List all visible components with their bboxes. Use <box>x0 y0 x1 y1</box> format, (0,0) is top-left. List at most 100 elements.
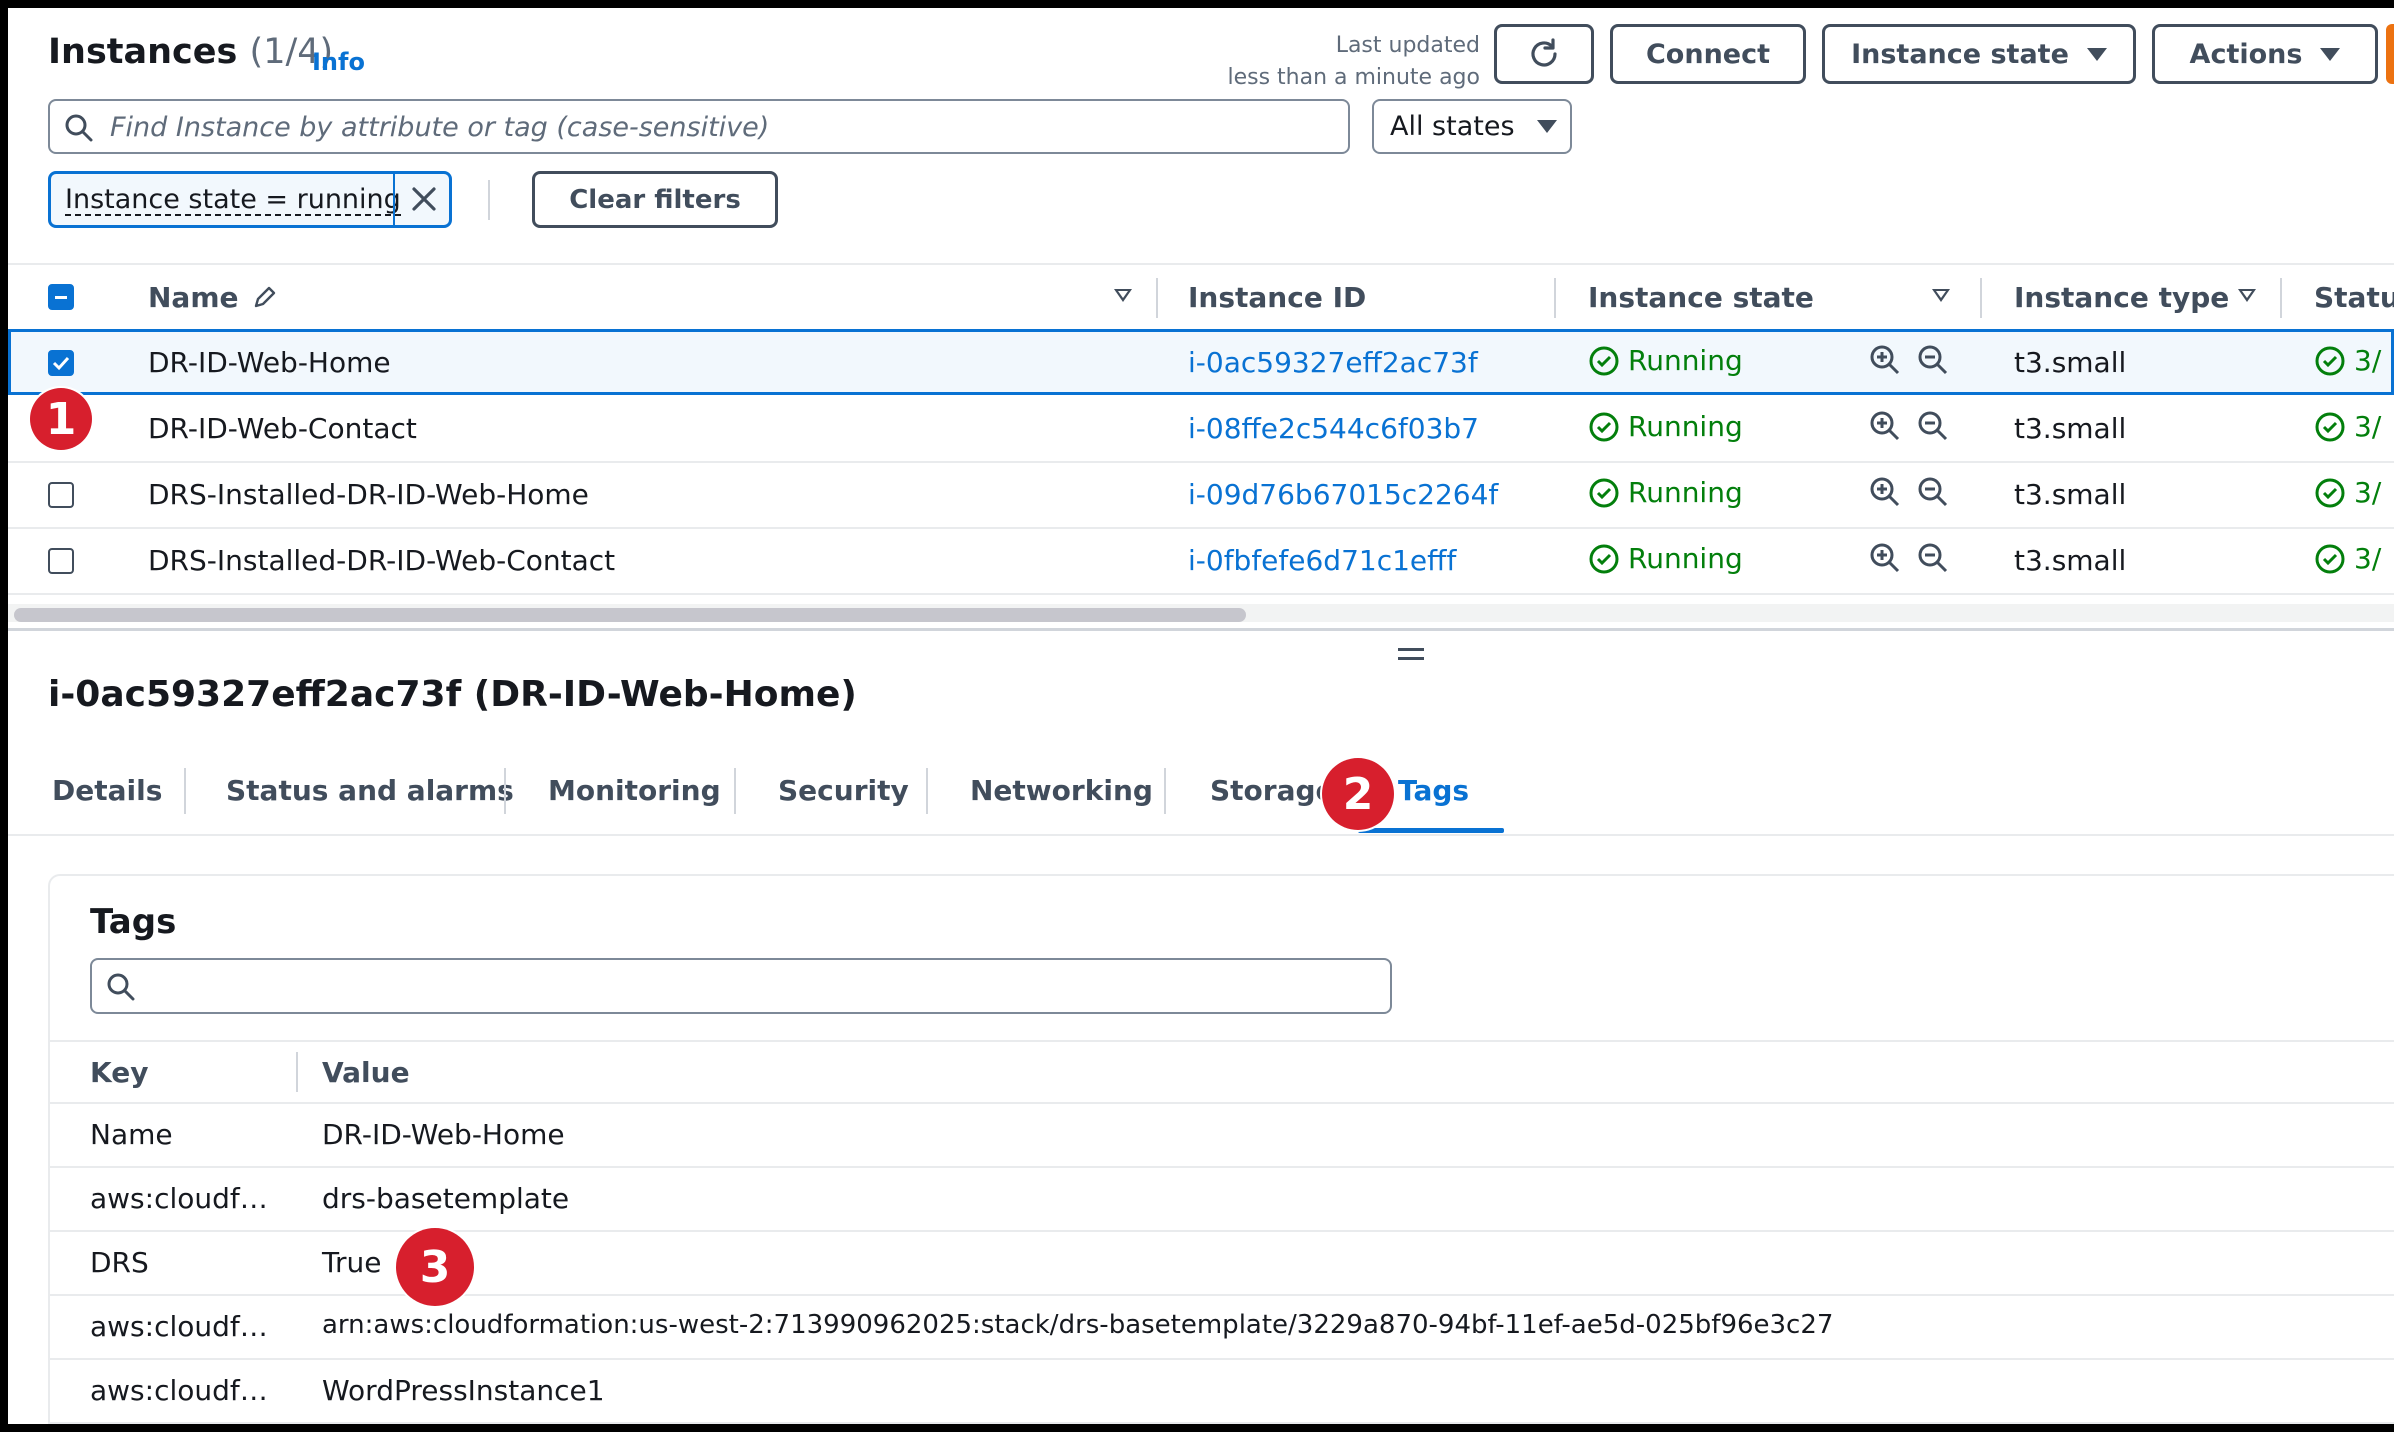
sort-icon[interactable] <box>1932 289 1950 302</box>
tag-value: DR-ID-Web-Home <box>322 1118 565 1151</box>
zoom-in-icon[interactable] <box>1868 475 1902 509</box>
instance-name: DR-ID-Web-Home <box>148 346 391 379</box>
column-header-instance-id[interactable]: Instance ID <box>1188 281 1366 314</box>
search-placeholder: Find Instance by attribute or tag (case-… <box>110 112 770 143</box>
zoom-in-icon[interactable] <box>1868 541 1902 575</box>
detail-panel-title: i-0ac59327eff2ac73f (DR-ID-Web-Home) <box>48 674 857 715</box>
resize-handle-icon[interactable] <box>1398 648 1424 666</box>
clear-filters-label: Clear filters <box>569 184 741 215</box>
instance-state-label: Instance state <box>1851 38 2069 70</box>
column-header-instance-type[interactable]: Instance type <box>2014 281 2229 314</box>
row-checkbox[interactable] <box>48 350 74 376</box>
tag-key: aws:cloudf… <box>90 1182 268 1215</box>
tab-divider <box>734 768 736 814</box>
tab-security[interactable]: Security <box>778 774 909 807</box>
refresh-button[interactable] <box>1494 24 1594 84</box>
annotation-badge-2: 2 <box>1322 758 1394 830</box>
tab-details[interactable]: Details <box>52 774 162 807</box>
row-checkbox[interactable] <box>48 548 74 574</box>
instance-state-label: Running <box>1628 476 1743 509</box>
column-divider[interactable] <box>1980 278 1982 318</box>
zoom-in-icon[interactable] <box>1868 409 1902 443</box>
filter-token-divider <box>393 174 395 225</box>
column-header-name[interactable]: Name <box>148 281 278 314</box>
row-checkbox[interactable] <box>48 482 74 508</box>
instance-name: DRS-Installed-DR-ID-Web-Home <box>148 478 589 511</box>
info-link[interactable]: Info <box>312 48 365 76</box>
tab-monitoring[interactable]: Monitoring <box>548 774 721 807</box>
instances-table-header: Name Instance ID Instance state Instance… <box>8 263 2394 333</box>
connect-label: Connect <box>1645 38 1771 70</box>
sort-icon[interactable] <box>2238 289 2256 302</box>
caret-down-icon <box>2086 47 2107 61</box>
status-check: 3/ <box>2314 410 2381 443</box>
instance-state-running: Running <box>1588 344 1743 377</box>
instance-state-button[interactable]: Instance state <box>1822 24 2136 84</box>
tab-storage[interactable]: Storage <box>1210 774 1335 807</box>
instance-search-input[interactable]: Find Instance by attribute or tag (case-… <box>48 99 1350 154</box>
zoom-out-icon[interactable] <box>1916 475 1950 509</box>
tab-divider <box>926 768 928 814</box>
column-name-label: Name <box>148 281 239 314</box>
tag-row: aws:cloudf… arn:aws:cloudformation:us-we… <box>50 1294 2394 1360</box>
check-circle-icon <box>2315 478 2345 507</box>
connect-button[interactable]: Connect <box>1610 24 1806 84</box>
launch-instances-button-edge[interactable] <box>2386 24 2394 84</box>
instance-state-running: Running <box>1588 542 1743 575</box>
zoom-in-icon[interactable] <box>1868 343 1902 377</box>
status-check-label: 3/ <box>2354 542 2382 575</box>
instance-id-link[interactable]: i-0ac59327eff2ac73f <box>1188 346 1478 379</box>
column-header-value[interactable]: Value <box>322 1056 410 1089</box>
refresh-icon <box>1531 38 1557 67</box>
instance-type: t3.small <box>2014 544 2127 577</box>
table-row[interactable]: DRS-Installed-DR-ID-Web-Contact i-0fbfef… <box>8 527 2394 595</box>
column-header-key[interactable]: Key <box>90 1056 148 1089</box>
instance-state-running: Running <box>1588 410 1743 443</box>
column-divider[interactable] <box>1554 278 1556 318</box>
column-divider[interactable] <box>2280 278 2282 318</box>
caret-down-icon <box>2320 47 2341 61</box>
last-updated: Last updated less than a minute ago <box>1168 30 1480 94</box>
actions-button[interactable]: Actions <box>2152 24 2378 84</box>
column-header-instance-state[interactable]: Instance state <box>1588 281 1814 314</box>
tag-key: aws:cloudf… <box>90 1374 268 1407</box>
select-all-checkbox[interactable] <box>48 284 74 310</box>
check-circle-icon <box>1589 544 1619 573</box>
instance-id-link[interactable]: i-08ffe2c544c6f03b7 <box>1188 412 1479 445</box>
instance-state-label: Running <box>1628 410 1743 443</box>
zoom-out-icon[interactable] <box>1916 541 1950 575</box>
tag-row: aws:cloudf… WordPressInstance1 <box>50 1358 2394 1424</box>
page-title-text: Instances <box>48 32 238 72</box>
column-divider[interactable] <box>296 1052 298 1092</box>
table-row[interactable]: DR-ID-Web-Contact i-08ffe2c544c6f03b7 Ru… <box>8 395 2394 463</box>
tab-divider <box>1164 768 1166 814</box>
column-header-status[interactable]: Statu <box>2314 281 2394 314</box>
remove-filter-button[interactable] <box>409 184 439 218</box>
tab-status-and-alarms[interactable]: Status and alarms <box>226 774 514 807</box>
status-check-label: 3/ <box>2354 410 2382 443</box>
zoom-out-icon[interactable] <box>1916 409 1950 443</box>
state-filter-select[interactable]: All states <box>1372 99 1572 154</box>
split-panel-divider[interactable] <box>8 628 2394 631</box>
tab-networking[interactable]: Networking <box>970 774 1153 807</box>
table-row[interactable]: DR-ID-Web-Home i-0ac59327eff2ac73f Runni… <box>8 329 2394 395</box>
instance-id-link[interactable]: i-0fbfefe6d71c1efff <box>1188 544 1456 577</box>
clear-filters-button[interactable]: Clear filters <box>532 171 778 228</box>
status-check: 3/ <box>2314 476 2381 509</box>
divider <box>488 180 490 220</box>
tag-value: arn:aws:cloudformation:us-west-2:7139909… <box>322 1310 1834 1340</box>
tag-key: Name <box>90 1118 173 1151</box>
zoom-out-icon[interactable] <box>1916 343 1950 377</box>
sort-icon[interactable] <box>1114 289 1132 302</box>
indeterminate-icon <box>55 296 67 299</box>
tab-tags[interactable]: Tags <box>1398 774 1469 807</box>
tag-search-input[interactable] <box>90 958 1392 1014</box>
table-row[interactable]: DRS-Installed-DR-ID-Web-Home i-09d76b670… <box>8 461 2394 529</box>
column-divider[interactable] <box>1156 278 1158 318</box>
scrollbar-thumb[interactable] <box>14 608 1246 622</box>
tag-key: aws:cloudf… <box>90 1310 268 1343</box>
instance-state-label: Running <box>1628 542 1743 575</box>
instance-id-link[interactable]: i-09d76b67015c2264f <box>1188 478 1498 511</box>
instance-name: DR-ID-Web-Contact <box>148 412 417 445</box>
filter-token-label[interactable]: Instance state = running <box>65 186 401 216</box>
